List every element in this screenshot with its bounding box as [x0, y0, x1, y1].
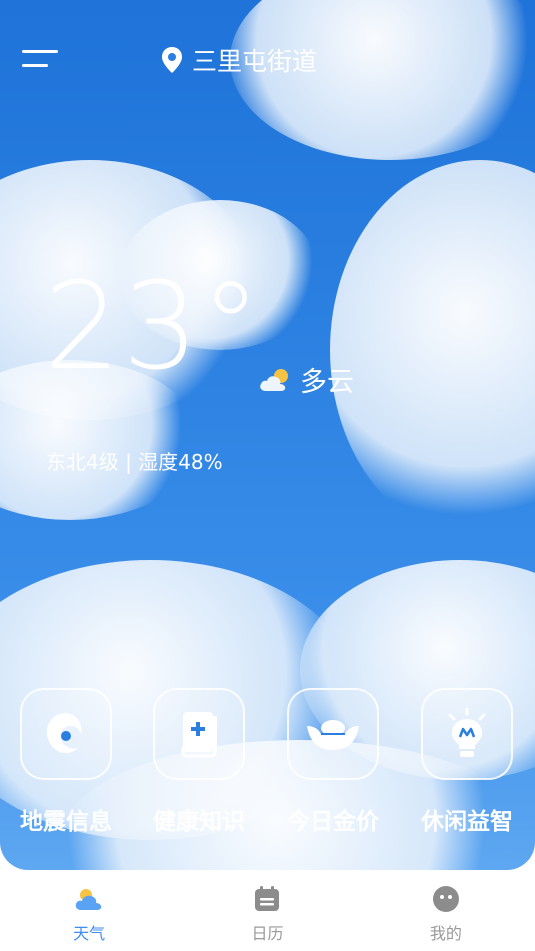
weather-background: 三里屯街道 23° 多云 东北4级 | 湿度48% 地震信息 健康知识 今日金价… — [0, 0, 535, 870]
tab-profile[interactable]: 我的 — [357, 870, 535, 951]
typhoon-icon — [47, 713, 82, 753]
tile-gold-price[interactable]: 今日金价 — [278, 688, 388, 836]
menu-icon[interactable] — [22, 48, 60, 72]
medical-book-icon — [181, 712, 217, 758]
tab-label: 日历 — [251, 924, 284, 943]
tile-box — [287, 688, 379, 780]
bottom-tab-bar: 天气 日历 我的 — [0, 870, 535, 951]
tile-label: 地震信息 — [20, 809, 112, 835]
top-bar: 三里屯街道 — [0, 0, 535, 120]
wind-humidity: 东北4级 | 湿度48% — [46, 450, 223, 474]
tab-calendar[interactable]: 日历 — [178, 870, 356, 951]
gold-ingot-icon — [307, 720, 359, 750]
tile-label: 今日金价 — [287, 809, 379, 835]
tile-box — [153, 688, 245, 780]
tab-label: 我的 — [429, 924, 462, 943]
tile-label: 休闲益智 — [421, 809, 513, 835]
condition-text: 多云 — [300, 367, 354, 398]
tab-weather[interactable]: 天气 — [0, 870, 178, 951]
weather-cloud-icon — [75, 889, 102, 910]
tile-box — [421, 688, 513, 780]
partly-cloudy-icon — [260, 368, 288, 391]
tile-leisure[interactable]: 休闲益智 — [412, 688, 522, 836]
feature-tiles: 地震信息 健康知识 今日金价 休闲益智 — [0, 688, 535, 848]
cloud-decoration — [330, 160, 535, 540]
tile-health[interactable]: 健康知识 — [144, 688, 254, 836]
location-pin-icon — [162, 47, 182, 73]
current-temperature: 23° — [44, 258, 263, 397]
calendar-icon — [255, 886, 280, 911]
lightbulb-icon — [448, 707, 486, 757]
weather-condition: 多云 — [258, 360, 354, 399]
location-name: 三里屯街道 — [192, 47, 318, 76]
tile-earthquake[interactable]: 地震信息 — [11, 688, 121, 836]
tile-box — [20, 688, 112, 780]
tile-label: 健康知识 — [153, 809, 245, 835]
location-selector[interactable]: 三里屯街道 — [160, 42, 317, 78]
profile-face-icon — [432, 886, 459, 912]
tab-label: 天气 — [73, 924, 106, 943]
